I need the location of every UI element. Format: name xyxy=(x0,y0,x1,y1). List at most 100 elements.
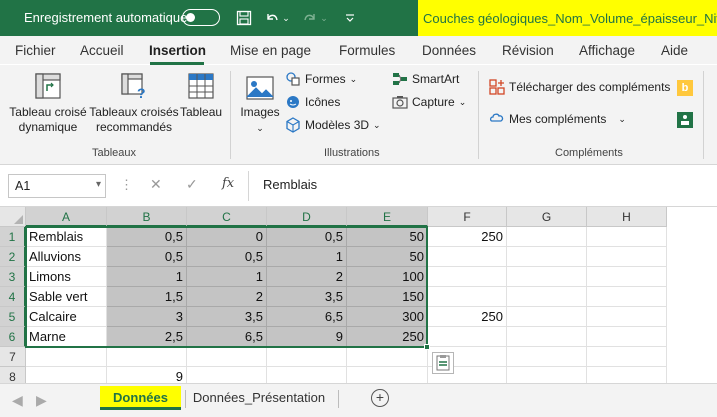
cell-h2[interactable] xyxy=(587,247,667,267)
cell-e1[interactable]: 50 xyxy=(347,227,428,247)
bing-maps-icon[interactable]: b xyxy=(677,80,693,96)
cancel-icon[interactable]: ✕ xyxy=(150,176,162,193)
column-header-g[interactable]: G xyxy=(507,207,587,227)
next-sheet-icon[interactable]: ▶ xyxy=(36,392,47,409)
cell-h5[interactable] xyxy=(587,307,667,327)
cell-b4[interactable]: 1,5 xyxy=(107,287,187,307)
cell-e6[interactable]: 250 xyxy=(347,327,428,347)
cell-d8[interactable] xyxy=(267,367,347,383)
cell-b5[interactable]: 3 xyxy=(107,307,187,327)
row-header-2[interactable]: 2 xyxy=(0,247,26,267)
shapes-button[interactable]: Formes ⌄ xyxy=(285,71,357,87)
cell-e3[interactable]: 100 xyxy=(347,267,428,287)
tab-mise-en-page[interactable]: Mise en page xyxy=(230,43,311,58)
table-button[interactable]: Tableau xyxy=(180,71,222,120)
cell-h4[interactable] xyxy=(587,287,667,307)
recommended-pivot-button[interactable]: ? Tableaux croisés recommandés xyxy=(88,71,180,135)
cell-f5[interactable]: 250 xyxy=(428,307,507,327)
sheet-tab-donnees[interactable]: Données xyxy=(100,386,181,410)
cell-g2[interactable] xyxy=(507,247,587,267)
sheet-tab-donnees-presentation[interactable]: Données_Présentation xyxy=(188,386,330,410)
cell-b7[interactable] xyxy=(107,347,187,367)
cell-d5[interactable]: 6,5 xyxy=(267,307,347,327)
cell-h1[interactable] xyxy=(587,227,667,247)
tab-aide[interactable]: Aide xyxy=(661,43,688,58)
select-all-button[interactable] xyxy=(0,207,26,227)
column-header-b[interactable]: B xyxy=(107,207,187,227)
cell-g3[interactable] xyxy=(507,267,587,287)
cell-g7[interactable] xyxy=(507,347,587,367)
cell-g4[interactable] xyxy=(507,287,587,307)
cell-g1[interactable] xyxy=(507,227,587,247)
cell-g5[interactable] xyxy=(507,307,587,327)
add-sheet-button[interactable]: + xyxy=(371,389,389,407)
cell-a5[interactable]: Calcaire xyxy=(26,307,107,327)
cell-f2[interactable] xyxy=(428,247,507,267)
cell-c2[interactable]: 0,5 xyxy=(187,247,267,267)
autosave-toggle[interactable] xyxy=(182,9,220,26)
cell-a1[interactable]: Remblais xyxy=(26,227,107,247)
cell-b3[interactable]: 1 xyxy=(107,267,187,287)
cell-d3[interactable]: 2 xyxy=(267,267,347,287)
spreadsheet-grid[interactable]: A B C D E F G H 1 Remblais 0,5 0 0,5 50 250 2 Alluvions 0… xyxy=(0,207,717,383)
row-header-4[interactable]: 4 xyxy=(0,287,26,307)
tab-donnees[interactable]: Données xyxy=(422,43,476,58)
cell-c1[interactable]: 0 xyxy=(187,227,267,247)
name-box-dropdown-icon[interactable]: ▾ xyxy=(96,179,101,190)
quick-analysis-icon[interactable] xyxy=(432,352,454,374)
tab-accueil[interactable]: Accueil xyxy=(80,43,124,58)
cell-a8[interactable] xyxy=(26,367,107,383)
cell-d2[interactable]: 1 xyxy=(267,247,347,267)
formula-input[interactable]: Remblais xyxy=(248,171,717,201)
formula-bar-grip-icon[interactable]: ⋮ xyxy=(120,177,133,193)
column-header-h[interactable]: H xyxy=(587,207,667,227)
cell-f6[interactable] xyxy=(428,327,507,347)
cell-d7[interactable] xyxy=(267,347,347,367)
fill-handle[interactable] xyxy=(424,344,430,350)
row-header-8[interactable]: 8 xyxy=(0,367,26,383)
cell-a7[interactable] xyxy=(26,347,107,367)
row-header-5[interactable]: 5 xyxy=(0,307,26,327)
cell-c7[interactable] xyxy=(187,347,267,367)
row-header-1[interactable]: 1 xyxy=(0,227,26,247)
cell-c8[interactable] xyxy=(187,367,267,383)
cell-b1[interactable]: 0,5 xyxy=(107,227,187,247)
cell-c5[interactable]: 3,5 xyxy=(187,307,267,327)
pivot-table-button[interactable]: Tableau croisé dynamique xyxy=(8,71,88,135)
insert-function-icon[interactable]: fx xyxy=(222,176,234,191)
cell-h7[interactable] xyxy=(587,347,667,367)
tab-fichier[interactable]: Fichier xyxy=(15,43,56,58)
undo-icon[interactable] xyxy=(262,8,282,28)
smartart-button[interactable]: SmartArt xyxy=(392,71,459,87)
tab-insertion[interactable]: Insertion xyxy=(149,43,206,58)
column-header-f[interactable]: F xyxy=(428,207,507,227)
cell-g8[interactable] xyxy=(507,367,587,383)
screenshot-button[interactable]: Capture ⌄ xyxy=(392,94,466,110)
cell-c4[interactable]: 2 xyxy=(187,287,267,307)
cell-f1[interactable]: 250 xyxy=(428,227,507,247)
3d-models-button[interactable]: Modèles 3D ⌄ xyxy=(285,117,381,133)
cell-g6[interactable] xyxy=(507,327,587,347)
tab-formules[interactable]: Formules xyxy=(339,43,395,58)
cell-d1[interactable]: 0,5 xyxy=(267,227,347,247)
get-addins-button[interactable]: Télécharger des compléments xyxy=(489,79,670,95)
cell-b8[interactable]: 9 xyxy=(107,367,187,383)
column-header-a[interactable]: A xyxy=(26,207,107,227)
enter-icon[interactable]: ✓ xyxy=(186,176,198,193)
redo-dropdown-icon[interactable]: ⌄ xyxy=(318,8,330,28)
row-header-6[interactable]: 6 xyxy=(0,327,26,347)
cell-e4[interactable]: 150 xyxy=(347,287,428,307)
cell-e2[interactable]: 50 xyxy=(347,247,428,267)
my-addins-button[interactable]: Mes compléments ⌄ xyxy=(489,111,626,127)
cell-c6[interactable]: 6,5 xyxy=(187,327,267,347)
column-header-e[interactable]: E xyxy=(347,207,428,227)
cell-h6[interactable] xyxy=(587,327,667,347)
tab-revision[interactable]: Révision xyxy=(502,43,554,58)
column-header-c[interactable]: C xyxy=(187,207,267,227)
cell-a2[interactable]: Alluvions xyxy=(26,247,107,267)
column-header-d[interactable]: D xyxy=(267,207,347,227)
tab-affichage[interactable]: Affichage xyxy=(579,43,635,58)
people-graph-icon[interactable] xyxy=(677,112,693,128)
cell-h8[interactable] xyxy=(587,367,667,383)
icons-button[interactable]: Icônes xyxy=(285,94,340,110)
